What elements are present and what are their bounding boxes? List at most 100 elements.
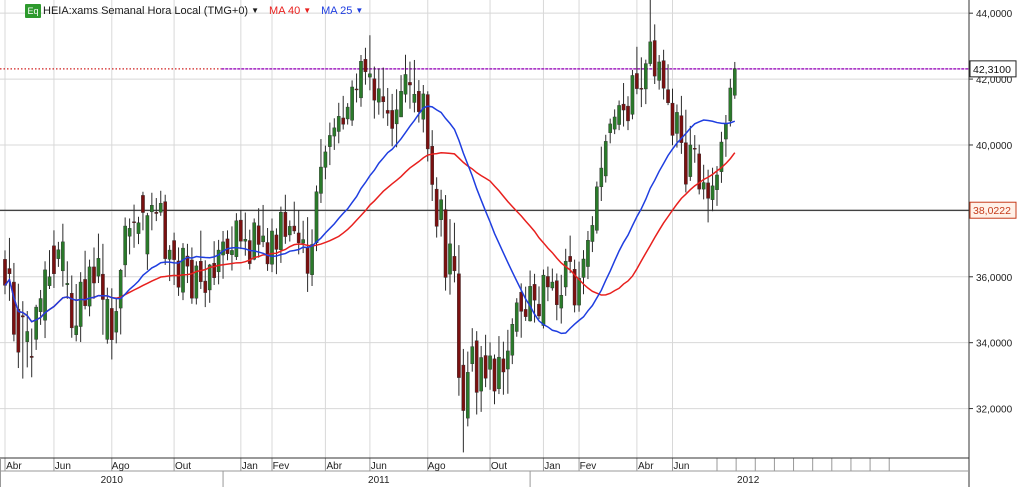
year-label: 2010 bbox=[101, 475, 124, 486]
candle-body bbox=[7, 268, 12, 275]
ma40-dropdown-icon[interactable]: ▼ bbox=[303, 6, 311, 15]
candle-body bbox=[158, 203, 163, 213]
ma25-legend-label[interactable]: MA 25 bbox=[321, 5, 352, 17]
candle-body bbox=[639, 88, 644, 90]
candle-body bbox=[16, 308, 21, 353]
candle-body bbox=[595, 186, 599, 231]
candle-body bbox=[412, 94, 417, 103]
candle-body bbox=[612, 116, 617, 130]
candle-body bbox=[336, 116, 341, 132]
candle bbox=[350, 80, 354, 126]
candle-body bbox=[243, 239, 248, 242]
candle-body bbox=[474, 340, 479, 393]
candle-body bbox=[661, 60, 666, 89]
candle-body bbox=[497, 356, 501, 390]
candle-body bbox=[283, 211, 288, 237]
candle-body bbox=[399, 91, 403, 118]
candle-body bbox=[425, 94, 430, 150]
candle-body bbox=[239, 219, 243, 242]
candle-body bbox=[603, 141, 608, 177]
current-price-tag[interactable]: 42,3100 bbox=[969, 60, 1017, 78]
candle-body bbox=[377, 88, 381, 103]
price-axis[interactable]: 44,000042,000040,000038,000036,000034,00… bbox=[969, 9, 1017, 416]
candle-body bbox=[212, 263, 216, 278]
candle bbox=[630, 69, 635, 120]
candle-body bbox=[310, 244, 314, 275]
candle-body bbox=[550, 281, 555, 289]
candle-body bbox=[648, 41, 653, 64]
instrument-dropdown-icon[interactable]: ▼ bbox=[251, 6, 259, 15]
candle bbox=[163, 194, 168, 265]
candle-body bbox=[123, 225, 127, 266]
candle-body bbox=[265, 242, 270, 265]
candle-body bbox=[350, 86, 354, 121]
candle-body bbox=[363, 59, 368, 73]
time-axis[interactable]: Abr Jun Ago Out Jan Fev Abr Jun Ago Out Jan Fev Abr J… bbox=[6, 461, 760, 486]
current-price-label: 42,3100 bbox=[973, 64, 1011, 76]
candle-body bbox=[354, 88, 359, 91]
horizontal-level-tag[interactable]: 38,0222 bbox=[969, 201, 1017, 219]
candle bbox=[603, 134, 608, 183]
candle-body bbox=[203, 280, 208, 293]
candle-body bbox=[61, 241, 65, 272]
candle-body bbox=[701, 182, 706, 190]
ma40-legend-label[interactable]: MA 40 bbox=[269, 5, 300, 17]
candle-body bbox=[510, 324, 515, 356]
ma25-dropdown-icon[interactable]: ▼ bbox=[355, 6, 363, 15]
candle-body bbox=[684, 142, 688, 185]
candle-body bbox=[296, 232, 301, 244]
candle-body bbox=[167, 249, 172, 260]
candle-body bbox=[733, 68, 737, 96]
candle-body bbox=[368, 73, 372, 78]
candle-body bbox=[345, 106, 350, 120]
price-chart[interactable]: 44,000042,000040,000038,000036,000034,00… bbox=[0, 0, 1022, 487]
candle-body bbox=[492, 358, 497, 392]
candle-body bbox=[417, 91, 421, 112]
candle-body bbox=[385, 110, 390, 114]
candle-body bbox=[136, 222, 141, 234]
candle-body bbox=[430, 146, 435, 185]
candle-body bbox=[479, 357, 483, 392]
candle-body bbox=[519, 292, 523, 312]
candle-body bbox=[328, 135, 332, 147]
candle-body bbox=[381, 96, 386, 103]
candle-body bbox=[150, 205, 154, 213]
candle-body bbox=[109, 308, 114, 340]
candle-body bbox=[181, 247, 185, 293]
candle-body bbox=[581, 258, 586, 278]
candle-body bbox=[501, 358, 506, 373]
candle-body bbox=[461, 364, 466, 411]
candle-body bbox=[323, 151, 328, 168]
candle-body bbox=[532, 284, 537, 301]
year-label: 2011 bbox=[368, 475, 390, 486]
candle bbox=[181, 243, 185, 301]
candle-body bbox=[319, 166, 323, 194]
candle-body bbox=[586, 240, 590, 267]
candle bbox=[595, 181, 599, 234]
candle-body bbox=[359, 61, 363, 99]
candle-body bbox=[132, 221, 136, 223]
candle-body bbox=[145, 215, 150, 255]
candle-body bbox=[21, 315, 25, 318]
candle-body bbox=[127, 228, 132, 237]
candle-body bbox=[372, 78, 377, 101]
candle-body bbox=[270, 230, 274, 265]
candle-body bbox=[83, 279, 87, 306]
candle-body bbox=[403, 74, 408, 95]
candle-body bbox=[657, 61, 661, 81]
candle-body bbox=[706, 182, 710, 199]
candle-body bbox=[652, 40, 657, 77]
equity-badge: Eq bbox=[25, 4, 41, 18]
candle-body bbox=[301, 239, 305, 244]
candle-body bbox=[390, 110, 394, 129]
candle bbox=[541, 269, 546, 329]
candle-body bbox=[288, 226, 292, 236]
candle-body bbox=[332, 127, 337, 137]
candle-body bbox=[555, 280, 559, 305]
candle-body bbox=[688, 144, 693, 177]
candle-body bbox=[546, 276, 550, 288]
candle-body bbox=[114, 311, 119, 333]
instrument-title[interactable]: HEIA:xams Semanal Hora Local (TMG+0) bbox=[43, 5, 248, 17]
candle-body bbox=[118, 269, 123, 309]
month-label: Jan bbox=[242, 461, 258, 472]
